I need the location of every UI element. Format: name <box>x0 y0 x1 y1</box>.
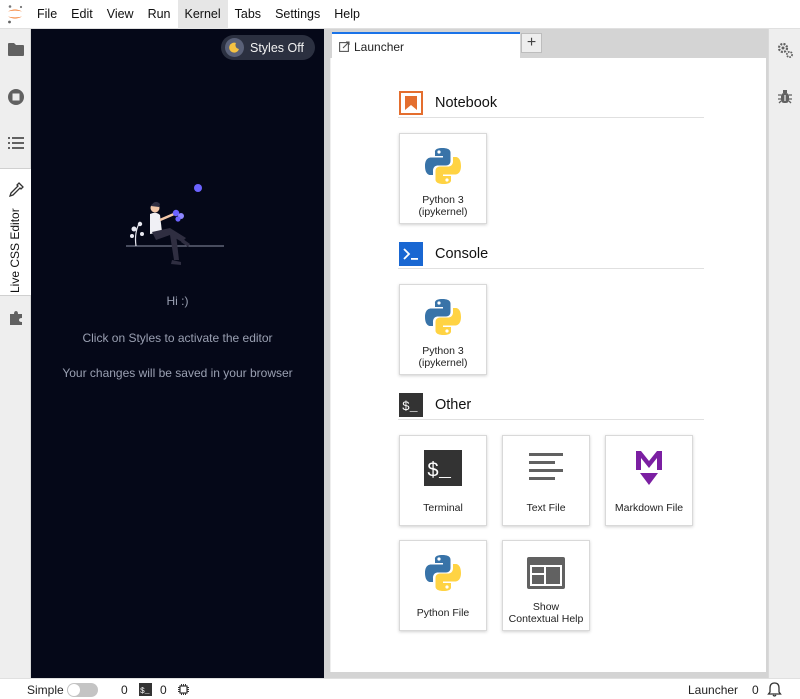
bell-icon[interactable] <box>767 679 782 699</box>
launcher-panel: Notebook Python 3 (ipykernel) Console Py… <box>331 58 766 672</box>
instruction-text: Click on Styles to activate the editor <box>82 331 273 345</box>
moon-icon <box>225 38 244 57</box>
terminal-icon[interactable]: $_ <box>139 679 152 699</box>
card-label: Text File <box>526 502 566 514</box>
jupyterlab-app: File Edit View Run Kernel Tabs Settings … <box>0 0 800 699</box>
section-notebook: Notebook <box>398 88 704 118</box>
notebook-icon <box>399 90 423 115</box>
tab-launcher[interactable]: Launcher <box>332 32 520 59</box>
activity-label: Launcher <box>688 682 739 697</box>
greeting-text: Hi :) <box>166 294 189 308</box>
menu-tabs[interactable]: Tabs <box>228 0 268 29</box>
menu-file[interactable]: File <box>30 0 64 29</box>
kernel-status-icon[interactable] <box>177 679 190 699</box>
card-contextual-help[interactable]: Show Contextual Help <box>502 540 590 631</box>
terminal-icon: $_ <box>399 392 423 417</box>
section-console: Console <box>398 239 704 269</box>
folder-icon[interactable] <box>0 34 31 64</box>
live-css-editor-tab[interactable]: Live CSS Editor <box>0 168 32 296</box>
simple-mode-label: Simple <box>27 682 64 697</box>
card-sublabel: Contextual Help <box>508 613 584 625</box>
card-console-python3[interactable]: Python 3 (ipykernel) <box>399 284 487 375</box>
tab-launcher-label: Launcher <box>354 39 405 54</box>
card-sublabel: (ipykernel) <box>418 357 468 369</box>
notifications-count: 0 <box>752 682 759 697</box>
menu-view[interactable]: View <box>100 0 141 29</box>
python-icon <box>417 291 469 343</box>
main-tab-bar: Launcher + <box>330 29 768 59</box>
status-bar: Simple 0 $_ 0 Launcher 0 <box>0 678 800 699</box>
property-inspector-icon[interactable] <box>769 35 800 65</box>
python-icon <box>417 547 469 599</box>
saved-note-text: Your changes will be saved in your brows… <box>62 366 293 380</box>
python-icon <box>417 140 469 192</box>
menu-run[interactable]: Run <box>141 0 178 29</box>
console-icon <box>399 241 423 266</box>
card-notebook-python3[interactable]: Python 3 (ipykernel) <box>399 133 487 224</box>
section-title-notebook: Notebook <box>435 94 498 111</box>
svg-text:$_: $_ <box>427 460 452 483</box>
text-file-icon <box>520 442 572 494</box>
new-launcher-button[interactable]: + <box>521 33 542 53</box>
menu-help[interactable]: Help <box>327 0 367 29</box>
card-terminal[interactable]: $_ Terminal <box>399 435 487 526</box>
person-illustration <box>126 184 231 279</box>
styles-toggle-button[interactable]: Styles Off <box>221 35 315 60</box>
styles-button-label: Styles Off <box>250 40 304 55</box>
card-label: Python File <box>416 607 470 619</box>
menu-kernel[interactable]: Kernel <box>177 0 228 29</box>
card-python-file[interactable]: Python File <box>399 540 487 631</box>
debugger-icon[interactable] <box>769 82 800 112</box>
section-other: $_ Other <box>398 390 704 420</box>
live-css-editor-label: Live CSS Editor <box>8 208 22 293</box>
menu-bar: File Edit View Run Kernel Tabs Settings … <box>0 0 800 29</box>
card-label: Markdown File <box>614 502 684 514</box>
list-icon[interactable] <box>0 128 31 158</box>
card-markdown-file[interactable]: Markdown File <box>605 435 693 526</box>
section-title-other: Other <box>435 396 472 413</box>
kernels-count: 0 <box>121 682 128 697</box>
svg-text:$_: $_ <box>402 399 418 414</box>
card-label: Terminal <box>423 502 463 514</box>
menu-settings[interactable]: Settings <box>268 0 327 29</box>
panel-splitter[interactable] <box>324 29 330 678</box>
section-title-console: Console <box>435 245 489 262</box>
left-sidebar: Live CSS Editor <box>0 29 32 678</box>
jupyter-logo-icon[interactable] <box>0 0 30 29</box>
markdown-icon <box>623 442 675 494</box>
terminal-icon: $_ <box>417 442 469 494</box>
right-sidebar <box>768 29 800 678</box>
card-label: Python 3 <box>422 345 464 357</box>
live-css-editor-panel: Styles Off Hi :) Click on Styles to acti… <box>31 29 324 678</box>
puzzle-icon[interactable] <box>0 303 31 333</box>
card-label: Python 3 <box>422 194 464 206</box>
launcher-icon <box>339 41 350 52</box>
card-text-file[interactable]: Text File <box>502 435 590 526</box>
card-label: Show <box>532 601 560 613</box>
contextual-help-icon <box>520 547 572 599</box>
simple-mode-toggle[interactable] <box>67 679 98 699</box>
terminals-count: 0 <box>160 682 167 697</box>
svg-text:$_: $_ <box>140 687 150 696</box>
card-sublabel: (ipykernel) <box>418 206 468 218</box>
menu-edit[interactable]: Edit <box>64 0 100 29</box>
stop-circle-icon[interactable] <box>0 82 31 112</box>
